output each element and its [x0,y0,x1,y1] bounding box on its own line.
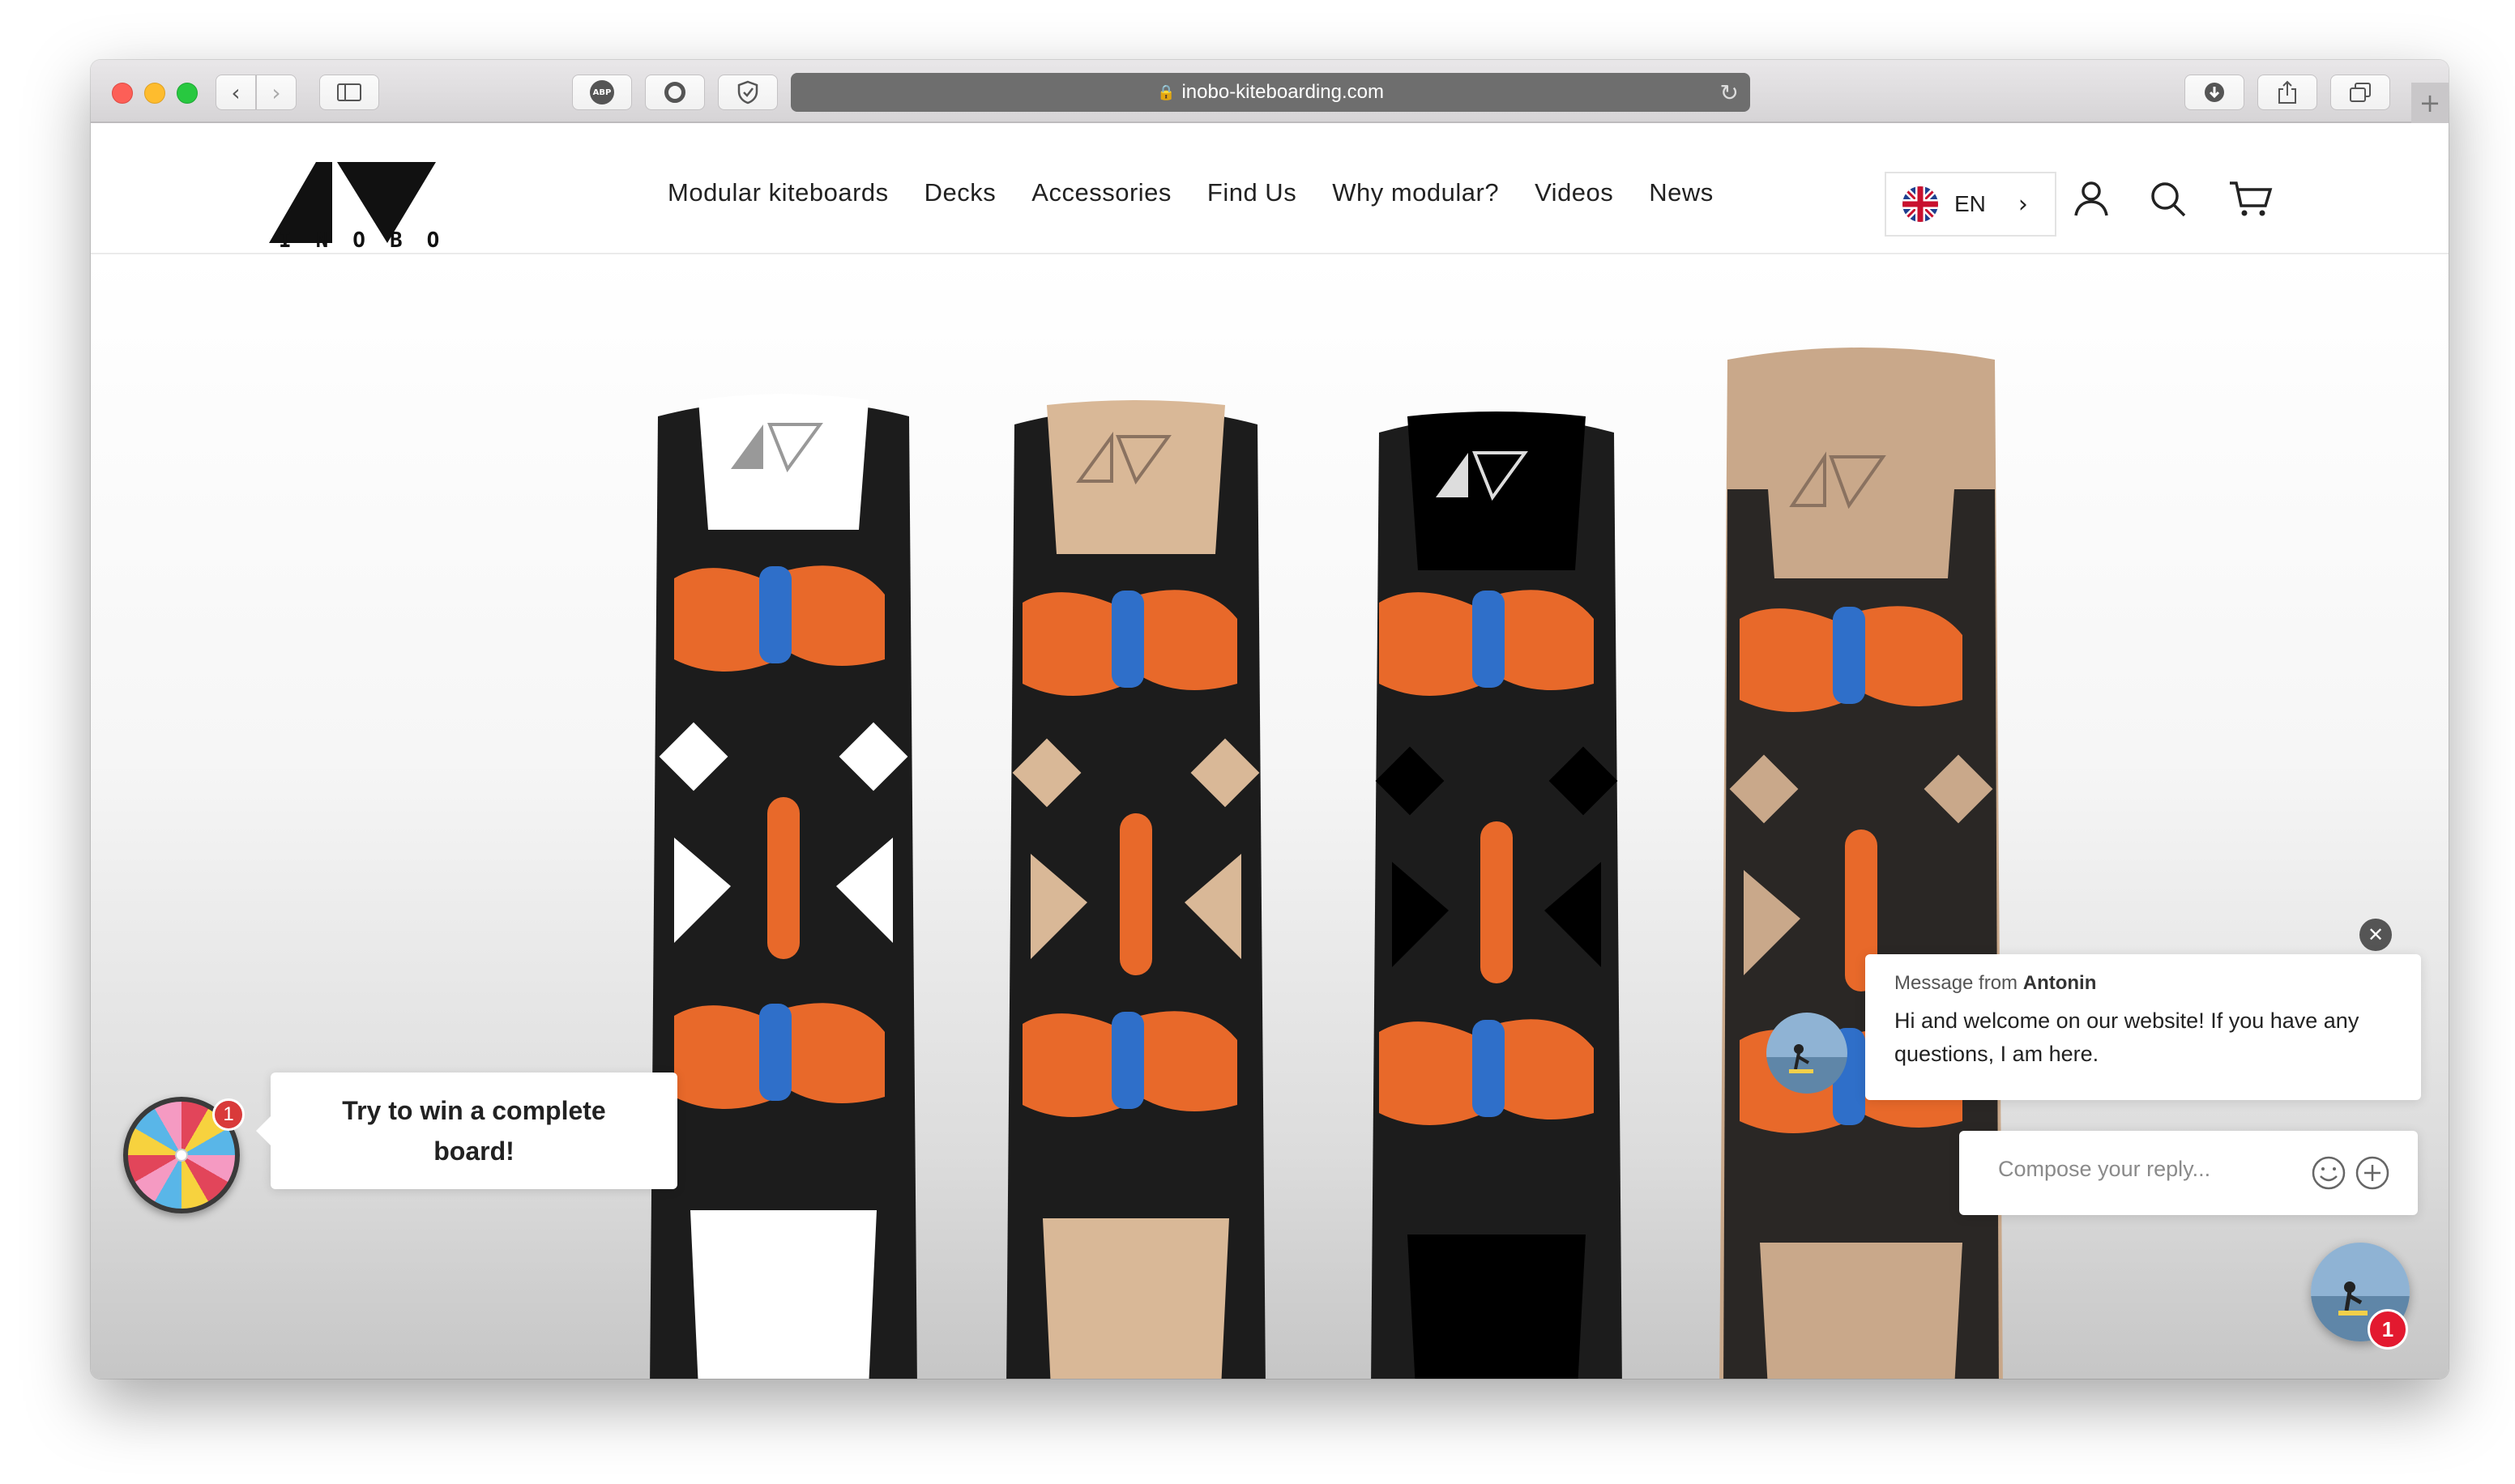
logo-wordmark: INOBO [279,228,464,253]
sidebar-toggle-button[interactable] [319,75,379,110]
nav-decks[interactable]: Decks [924,178,997,207]
nav-modular-kiteboards[interactable]: Modular kiteboards [668,178,889,207]
nav-videos[interactable]: Videos [1535,178,1613,207]
cart-icon[interactable] [2228,180,2274,219]
add-attachment-icon[interactable] [2355,1155,2390,1191]
product-image-white-board[interactable] [642,392,925,1379]
forward-button[interactable]: › [256,75,297,110]
new-tab-button[interactable]: + [2411,83,2449,123]
search-icon[interactable] [2149,180,2188,219]
shield-icon [737,80,758,104]
main-navigation: Modular kiteboards Decks Accessories Fin… [668,178,1714,207]
chat-reply-input[interactable] [1998,1157,2290,1182]
nav-why-modular[interactable]: Why modular? [1332,178,1499,207]
browser-window: ‹ › ABP 🔒 inobo-kiteboarding.com ↻ + INO… [91,60,2449,1379]
chat-message-card: Message from Antonin Hi and welcome on o… [1865,954,2421,1100]
site-header: INOBO Modular kiteboards Decks Accessori… [91,123,2449,254]
adblock-extension-button[interactable]: ABP [572,75,632,110]
reload-icon[interactable]: ↻ [1720,79,1739,106]
minimize-window-button[interactable] [144,83,165,104]
nav-find-us[interactable]: Find Us [1207,178,1296,207]
product-image-black-board[interactable] [1363,408,1630,1379]
chat-reply-box [1959,1131,2418,1215]
download-icon [2205,83,2224,102]
browser-toolbar: ‹ › ABP 🔒 inobo-kiteboarding.com ↻ + [91,60,2449,123]
tab-overview-button[interactable] [2330,75,2390,110]
share-icon [2278,80,2296,104]
address-bar[interactable]: 🔒 inobo-kiteboarding.com ↻ [791,73,1750,112]
chat-message-text: Hi and welcome on our website! If you ha… [1894,1009,2359,1066]
privacy-extension-button[interactable] [718,75,778,110]
language-label: EN [1954,191,1986,216]
promo-text: Try to win a complete board! [342,1096,606,1166]
nav-news[interactable]: News [1649,178,1714,207]
chevron-right-icon: › [2018,190,2028,219]
promo-notification-badge: 1 [212,1098,245,1131]
chat-unread-badge: 1 [2368,1309,2408,1350]
lock-icon: 🔒 [1157,83,1176,100]
close-window-button[interactable] [112,83,133,104]
product-image-natural-board[interactable] [1711,343,2011,1379]
grammarly-icon [664,82,685,103]
account-icon[interactable] [2073,180,2110,217]
promo-bubble[interactable]: Try to win a complete board! [256,1072,677,1189]
tabs-icon [2350,83,2371,102]
adblock-icon: ABP [590,80,614,104]
close-icon: ✕ [2367,923,2385,946]
agent-avatar [1766,1013,1847,1094]
downloads-button[interactable] [2184,75,2244,110]
sidebar-icon [337,83,361,101]
chevron-right-icon: › [271,79,281,106]
grammarly-extension-button[interactable] [645,75,705,110]
chevron-left-icon: ‹ [231,79,241,106]
share-button[interactable] [2257,75,2317,110]
emoji-icon[interactable] [2311,1155,2346,1191]
product-image-wood-board[interactable] [998,400,1274,1379]
chat-close-button[interactable]: ✕ [2359,919,2392,951]
plus-icon: + [2419,87,2441,118]
chat-sender: Message from Antonin [1894,972,2097,994]
language-selector[interactable]: EN › [1885,172,2056,237]
uk-flag-icon [1902,186,1938,222]
wheel-hub-icon [175,1149,188,1162]
nav-accessories[interactable]: Accessories [1031,178,1172,207]
url-text: inobo-kiteboarding.com [1181,81,1384,103]
back-button[interactable]: ‹ [216,75,256,110]
zoom-window-button[interactable] [177,83,198,104]
